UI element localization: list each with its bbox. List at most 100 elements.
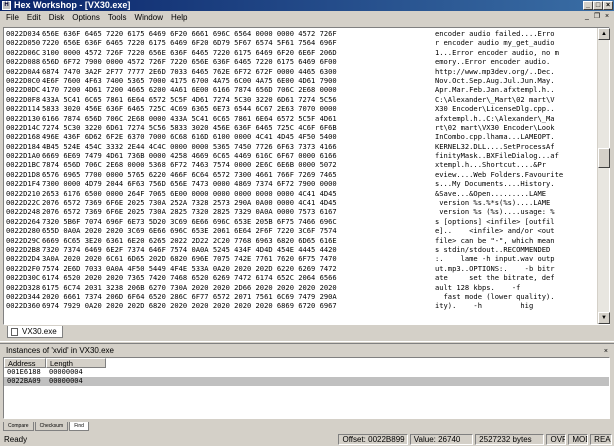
hex-bytes[interactable]: 6174 6520 2020 2020 7365 7420 7468 6520 … bbox=[42, 273, 435, 282]
hex-bytes[interactable]: 3100 0000 4572 726F 7220 656E 636F 6465 … bbox=[42, 48, 435, 57]
hex-ascii[interactable]: s...My Documents....History. bbox=[435, 179, 585, 188]
hex-row[interactable]: 0022D328 6175 6C74 2031 3238 206B 6270 73… bbox=[6, 283, 594, 292]
column-header-address[interactable]: Address bbox=[4, 358, 46, 368]
close-button[interactable]: × bbox=[603, 1, 613, 10]
hex-ascii[interactable]: ault 128 kbps. -f bbox=[435, 283, 585, 292]
hex-row[interactable]: 0022D344 2020 6661 7374 206D 6F64 6520 28… bbox=[6, 292, 594, 301]
hex-ascii[interactable]: Nov.Oct.Sep.Aug.Jul.Jun.May. bbox=[435, 76, 585, 85]
pane-splitter[interactable] bbox=[0, 341, 614, 344]
hex-row[interactable]: 0022D168 496E 436F 6D62 6F2E 6370 7000 6C… bbox=[6, 132, 594, 141]
hex-row[interactable]: 0022D0C0 4E6F 7600 4F63 7400 5365 7000 41… bbox=[6, 76, 594, 85]
hex-ascii[interactable]: X30 Encoder\LicenseDlg.cpp.. bbox=[435, 104, 585, 113]
minimize-button[interactable]: _ bbox=[583, 1, 593, 10]
hex-ascii[interactable]: e].. <infile> and/or <out bbox=[435, 226, 585, 235]
tab-vx30-exe[interactable]: VX30.exe bbox=[7, 326, 63, 338]
hex-bytes[interactable]: 3A0A 2020 2020 6C61 6D65 202D 6820 696E … bbox=[42, 254, 435, 263]
hex-row[interactable]: 0022D034 656E 636F 6465 7220 6175 6469 6F… bbox=[6, 29, 594, 38]
hex-grid[interactable]: 0022D034 656E 636F 6465 7220 6175 6469 6F… bbox=[6, 29, 594, 324]
hex-ascii[interactable]: Apr.Mar.Feb.Jan.afxtempl.h.. bbox=[435, 85, 585, 94]
hex-row[interactable]: 0022D29C 6669 6C65 3E20 6361 6E20 6265 20… bbox=[6, 236, 594, 245]
hex-row[interactable]: 0022D210 2653 6176 6500 0000 264F 7065 6E… bbox=[6, 189, 594, 198]
results-list[interactable]: Address Length 001E6188 00000004 0022BA0… bbox=[3, 357, 610, 419]
hex-ascii[interactable]: r encoder audio my_get_audio bbox=[435, 38, 585, 47]
hex-bytes[interactable]: 656D 6F72 7900 0000 4572 726F 7220 656E … bbox=[42, 57, 435, 66]
hex-bytes[interactable]: 6576 6965 7700 0000 5765 6220 466F 6C64 … bbox=[42, 170, 435, 179]
hex-ascii[interactable]: file> can be "-", which mean bbox=[435, 236, 585, 245]
hex-ascii[interactable]: eview....Web Folders.Favourite bbox=[435, 170, 585, 179]
hex-row[interactable]: 0022D050 7220 656E 636F 6465 7220 6175 64… bbox=[6, 38, 594, 47]
hex-ascii[interactable]: encoder audio failed....Erro bbox=[435, 29, 585, 38]
hex-ascii[interactable]: emory..Error encoder audio. bbox=[435, 57, 585, 66]
hex-bytes[interactable]: 6669 6E69 7479 4D61 736B 0000 4258 4669 … bbox=[42, 151, 435, 160]
hex-bytes[interactable]: 655D 0A0A 2020 2020 3C69 6E66 696C 653E … bbox=[42, 226, 435, 235]
hex-bytes[interactable]: 4E6F 7600 4F63 7400 5365 7000 4175 6700 … bbox=[42, 76, 435, 85]
hex-ascii[interactable]: ity). -h hig bbox=[435, 301, 585, 310]
hex-bytes[interactable]: 6175 6C74 2031 3238 206B 6270 730A 2020 … bbox=[42, 283, 435, 292]
mdi-close-icon[interactable]: × bbox=[603, 13, 611, 21]
menu-tools[interactable]: Tools bbox=[104, 13, 131, 22]
hex-ascii[interactable]: ate set the bitrate, def bbox=[435, 273, 585, 282]
hex-row[interactable]: 0022D1BC 7874 656D 706C 2E68 0000 5368 6F… bbox=[6, 160, 594, 169]
hex-bytes[interactable]: 7220 656E 636F 6465 7220 6175 6469 6F20 … bbox=[42, 38, 435, 47]
vertical-scrollbar[interactable]: ▲ ▼ bbox=[597, 28, 610, 324]
hex-bytes[interactable]: 7320 5B6F 7074 696F 6E73 5D20 3C69 6E66 … bbox=[42, 217, 435, 226]
hex-ascii[interactable]: finityMask..BXFileDialog...af bbox=[435, 151, 585, 160]
hex-ascii[interactable]: InCombo.cpp.lhama...LAMEOPT. bbox=[435, 132, 585, 141]
hex-ascii[interactable]: KERNEL32.DLL....SetProcessAf bbox=[435, 142, 585, 151]
tab-compare[interactable]: Compare bbox=[3, 422, 34, 431]
menu-edit[interactable]: Edit bbox=[23, 13, 45, 22]
hex-bytes[interactable]: 6669 6C65 3E20 6361 6E20 6265 2022 2D22 … bbox=[42, 236, 435, 245]
hex-row[interactable]: 0022D248 2076 6572 7369 6F6E 2025 730A 28… bbox=[6, 207, 594, 216]
hex-row[interactable]: 0022D30C 6174 6520 2020 2020 7365 7420 74… bbox=[6, 273, 594, 282]
hex-bytes[interactable]: 6974 7929 0A20 2020 202D 6820 2020 2020 … bbox=[42, 301, 435, 310]
hex-bytes[interactable]: 7320 7374 6469 6E2F 7374 646F 7574 0A0A … bbox=[42, 245, 435, 254]
hex-ascii[interactable]: version %s (%s)....usage: % bbox=[435, 207, 585, 216]
hex-bytes[interactable]: 7574 2E6D 7033 0A0A 4F50 5449 4F4E 533A … bbox=[42, 264, 435, 273]
hex-row[interactable]: 0022D264 7320 5B6F 7074 696F 6E73 5D20 3C… bbox=[6, 217, 594, 226]
results-close-icon[interactable]: × bbox=[604, 347, 608, 357]
hex-ascii[interactable]: version %s.%*s(%s)....LAME bbox=[435, 198, 585, 207]
hex-ascii[interactable]: rt\02 mart\VX30 Encoder\Look bbox=[435, 123, 585, 132]
scroll-up-icon[interactable]: ▲ bbox=[598, 28, 610, 40]
hex-ascii[interactable]: xtempl.h...Shortcut....&Pr bbox=[435, 160, 585, 169]
tab-checksum[interactable]: Checksum bbox=[34, 422, 69, 431]
hex-row[interactable]: 0022D1F4 7300 0000 4D79 2044 6F63 756D 65… bbox=[6, 179, 594, 188]
hex-bytes[interactable]: 496E 436F 6D62 6F2E 6370 7000 6C68 616D … bbox=[42, 132, 435, 141]
hex-ascii[interactable]: :. lame -h input.wav outp bbox=[435, 254, 585, 263]
menu-options[interactable]: Options bbox=[68, 13, 104, 22]
hex-row[interactable]: 0022D1D8 6576 6965 7700 0000 5765 6220 46… bbox=[6, 170, 594, 179]
hex-row[interactable]: 0022D088 656D 6F72 7900 0000 4572 726F 72… bbox=[6, 57, 594, 66]
hex-bytes[interactable]: 656E 636F 6465 7220 6175 6469 6F20 6661 … bbox=[42, 29, 435, 38]
hex-ascii[interactable]: ut.mp3..OPTIONS:. -b bitr bbox=[435, 264, 585, 273]
hex-row[interactable]: 0022D0DC 4170 7200 4D61 7200 4665 6200 4A… bbox=[6, 85, 594, 94]
hex-ascii[interactable]: C:\Alexander\_Mart\02 mart\V bbox=[435, 95, 585, 104]
hex-bytes[interactable]: 2076 6572 7369 6F6E 2025 730A 252A 7328 … bbox=[42, 198, 435, 207]
menu-help[interactable]: Help bbox=[167, 13, 191, 22]
scroll-thumb[interactable] bbox=[598, 148, 610, 168]
result-row[interactable]: 001E6188 00000004 bbox=[4, 368, 609, 377]
result-row-selected[interactable]: 0022BA09 00000004 bbox=[4, 377, 609, 386]
hex-bytes[interactable]: 4170 7200 4D61 7200 4665 6200 4A61 6E00 … bbox=[42, 85, 435, 94]
scroll-down-icon[interactable]: ▼ bbox=[598, 312, 610, 324]
hex-bytes[interactable]: 4B45 524E 454C 3332 2E44 4C4C 0000 0000 … bbox=[42, 142, 435, 151]
hex-row[interactable]: 0022D2F0 7574 2E6D 7033 0A0A 4F50 5449 4F… bbox=[6, 264, 594, 273]
menu-file[interactable]: File bbox=[2, 13, 23, 22]
hex-bytes[interactable]: 2020 6661 7374 206D 6F64 6520 286C 6F77 … bbox=[42, 292, 435, 301]
mdi-minimize-icon[interactable]: _ bbox=[583, 13, 591, 21]
hex-ascii[interactable]: 1...Error encoder audio, no m bbox=[435, 48, 585, 57]
hex-bytes[interactable]: 7274 5C30 3220 6D61 7274 5C56 5833 3020 … bbox=[42, 123, 435, 132]
hex-bytes[interactable]: 2076 6572 7369 6F6E 2025 730A 2825 7320 … bbox=[42, 207, 435, 216]
tab-find[interactable]: Find bbox=[69, 422, 89, 431]
mdi-restore-icon[interactable]: ❐ bbox=[593, 13, 601, 21]
hex-ascii[interactable]: s stdin/stdout..RECOMMENDED bbox=[435, 245, 585, 254]
hex-ascii[interactable]: fast mode (lower quality). bbox=[435, 292, 585, 301]
hex-row[interactable]: 0022D14C 7274 5C30 3220 6D61 7274 5C56 58… bbox=[6, 123, 594, 132]
hex-bytes[interactable]: 7300 0000 4D79 2044 6F63 756D 656E 7473 … bbox=[42, 179, 435, 188]
hex-bytes[interactable]: 6166 7874 656D 706C 2E68 0000 433A 5C41 … bbox=[42, 114, 435, 123]
hex-row[interactable]: 0022D184 4B45 524E 454C 3332 2E44 4C4C 00… bbox=[6, 142, 594, 151]
hex-row[interactable]: 0022D280 655D 0A0A 2020 2020 3C69 6E66 69… bbox=[6, 226, 594, 235]
hex-ascii[interactable]: http://www.mp3dev.org/..Dec. bbox=[435, 67, 585, 76]
hex-row[interactable]: 0022D06C 3100 0000 4572 726F 7220 656E 63… bbox=[6, 48, 594, 57]
hex-ascii[interactable]: s [options] <infile> [outfil bbox=[435, 217, 585, 226]
hex-ascii[interactable]: afxtempl.h..C:\Alexander\_Ma bbox=[435, 114, 585, 123]
